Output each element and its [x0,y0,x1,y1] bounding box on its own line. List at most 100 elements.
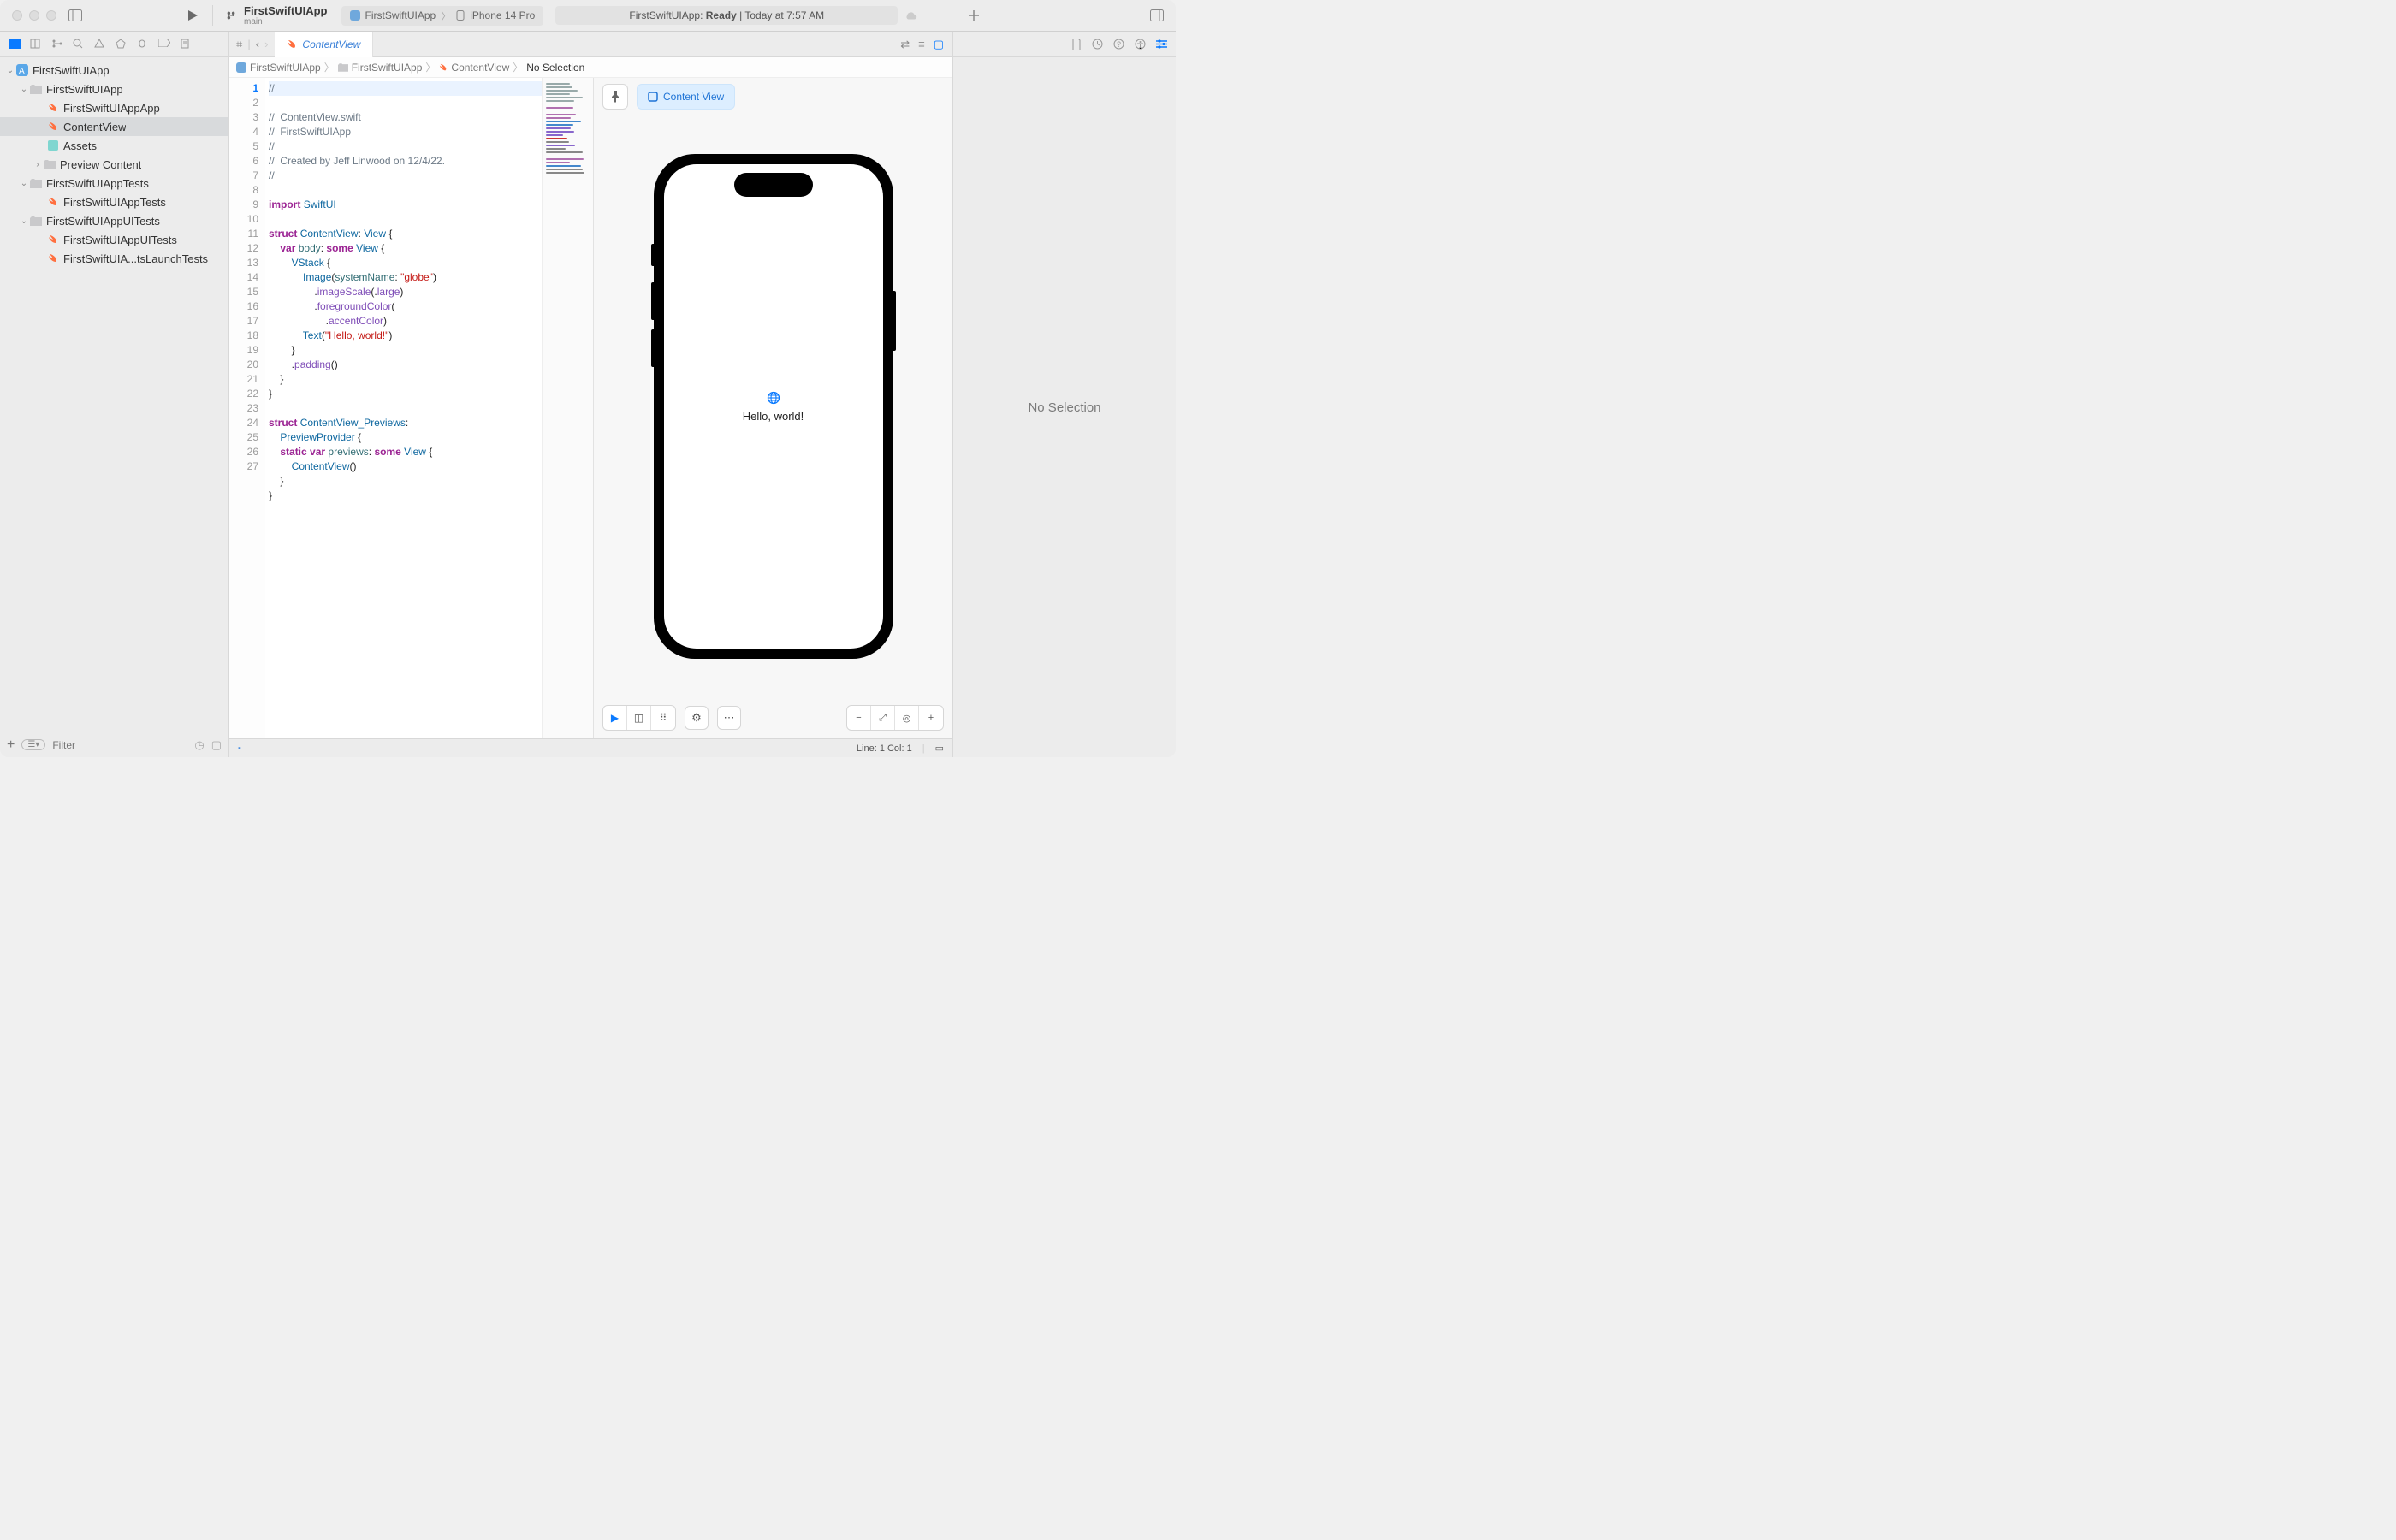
cloud-status-icon[interactable] [904,9,918,22]
component-icon [648,92,658,102]
inspector-body: No Selection [953,57,1176,757]
tree-root[interactable]: ⌄AFirstSwiftUIApp [0,61,228,80]
code-editor[interactable]: 1234567891011121314151617181920212223242… [229,78,593,738]
inspector-tab-bar: ? [953,32,1176,57]
nav-forward-button[interactable]: › [264,38,268,51]
library-button[interactable] [967,9,981,22]
close-window-button[interactable] [12,10,22,21]
toggle-inspector-button[interactable] [1150,9,1164,22]
filter-scope-button[interactable]: ☰▾ [21,739,45,750]
zoom-actual-button[interactable]: ◎ [895,706,919,730]
svg-text:?: ? [1117,40,1121,49]
minimize-window-button[interactable] [29,10,39,21]
accessibility-inspector-icon[interactable] [1135,38,1146,50]
breakpoint-navigator-icon[interactable] [158,38,170,50]
code-content[interactable]: // // ContentView.swift // FirstSwiftUIA… [265,78,542,738]
device-settings-button[interactable]: ⚙ [685,706,709,730]
preview-selector-button[interactable]: Content View [637,84,735,110]
jump-bar[interactable]: FirstSwiftUIApp〉 FirstSwiftUIApp〉 Conten… [229,57,952,78]
issue-navigator-icon[interactable] [94,38,106,50]
navigator-selector-bar [0,32,228,57]
scheme-selector[interactable]: FirstSwiftUIApp 〉 iPhone 14 Pro [341,6,544,26]
tree-file-tests[interactable]: FirstSwiftUIAppTests [0,192,228,211]
pin-preview-button[interactable] [602,84,628,110]
app-icon [350,10,360,21]
editor-options-swap-icon[interactable]: ⇄ [900,38,910,51]
editor-tab[interactable]: ContentView [275,32,373,57]
editor-options-canvas-icon[interactable]: ▢ [934,38,944,51]
source-control-navigator-icon[interactable] [30,38,42,50]
app-icon [236,62,246,73]
filter-scm-icon[interactable]: ▢ [211,738,222,752]
editor-tab-bar: ⌗ | ‹ › ContentView ⇄ ≡ ▢ [229,32,952,57]
editor-area: ⌗ | ‹ › ContentView ⇄ ≡ ▢ FirstSwiftUIAp… [229,32,953,757]
filter-recent-icon[interactable]: ◷ [194,738,204,752]
tree-group-tests[interactable]: ⌄FirstSwiftUIAppTests [0,174,228,192]
zoom-fit-button[interactable]: ⤢ [871,706,895,730]
bookmark-icon[interactable]: ▪ [238,743,241,754]
folder-icon [29,82,43,96]
project-name: FirstSwiftUIApp [244,4,328,17]
project-tree: ⌄AFirstSwiftUIApp ⌄FirstSwiftUIApp First… [0,57,228,732]
variants-preview-button[interactable]: ⠿ [651,706,675,730]
swift-file-icon [46,120,60,133]
window-controls [0,10,68,21]
tree-group-app[interactable]: ⌄FirstSwiftUIApp [0,80,228,98]
globe-icon [767,391,780,405]
assets-icon [46,139,60,152]
zoom-in-button[interactable]: + [919,706,943,730]
tree-folder-preview[interactable]: ›Preview Content [0,155,228,174]
toggle-debug-area-icon[interactable]: ▭ [935,743,944,754]
editor-options-lines-icon[interactable]: ≡ [918,38,925,51]
test-navigator-icon[interactable] [116,38,128,50]
swift-file-icon [46,195,60,209]
symbol-navigator-icon[interactable] [51,38,63,50]
tree-file-app[interactable]: FirstSwiftUIAppApp [0,98,228,117]
navigator-footer: + ☰▾ ◷ ▢ [0,732,228,757]
scheme-dest-label: iPhone 14 Pro [470,9,535,21]
folder-icon [43,157,56,171]
preview-canvas: Content View Hello, world! [593,78,952,738]
tree-group-uitests[interactable]: ⌄FirstSwiftUIAppUITests [0,211,228,230]
toggle-navigator-button[interactable] [68,9,82,22]
minimap[interactable] [542,78,593,738]
activity-status: FirstSwiftUIApp: Ready | Today at 7:57 A… [555,6,898,25]
find-navigator-icon[interactable] [73,38,85,50]
project-navigator-icon[interactable] [9,38,21,50]
no-selection-label: No Selection [1028,400,1100,415]
report-navigator-icon[interactable] [180,38,192,50]
tree-file-uitests[interactable]: FirstSwiftUIAppUITests [0,230,228,249]
zoom-window-button[interactable] [46,10,56,21]
cursor-position: Line: 1 Col: 1 [857,743,912,754]
live-preview-button[interactable]: ▶ [603,706,627,730]
selectable-preview-button[interactable]: ◫ [627,706,651,730]
run-button[interactable] [185,8,200,23]
inspector-panel: ? No Selection [953,32,1176,757]
zoom-out-button[interactable]: − [847,706,871,730]
filter-input[interactable] [52,739,187,751]
folder-icon [338,63,348,72]
tree-file-assets[interactable]: Assets [0,136,228,155]
history-inspector-icon[interactable] [1092,38,1103,50]
add-button[interactable]: + [7,737,15,753]
tree-file-launchtests[interactable]: FirstSwiftUIA...tsLaunchTests [0,249,228,268]
project-title-area[interactable]: FirstSwiftUIApp main [216,4,336,27]
preview-text: Hello, world! [743,410,804,423]
dynamic-island [734,173,813,197]
tab-label: ContentView [302,38,360,50]
tree-file-contentview[interactable]: ContentView [0,117,228,136]
file-inspector-icon[interactable] [1071,38,1082,50]
related-items-button[interactable]: ⌗ [236,38,242,51]
swift-file-icon [46,101,60,115]
swift-file-icon [46,233,60,246]
swift-file-icon [46,252,60,265]
debug-navigator-icon[interactable] [137,38,149,50]
titlebar: FirstSwiftUIApp main FirstSwiftUIApp 〉 i… [0,0,1176,32]
swift-file-icon [439,63,448,72]
preview-options-button[interactable]: ⋯ [717,706,741,730]
folder-icon [29,176,43,190]
nav-back-button[interactable]: ‹ [256,38,259,51]
help-inspector-icon[interactable]: ? [1113,38,1124,50]
navigator-panel: ⌄AFirstSwiftUIApp ⌄FirstSwiftUIApp First… [0,32,229,757]
attributes-inspector-icon[interactable] [1156,39,1167,49]
